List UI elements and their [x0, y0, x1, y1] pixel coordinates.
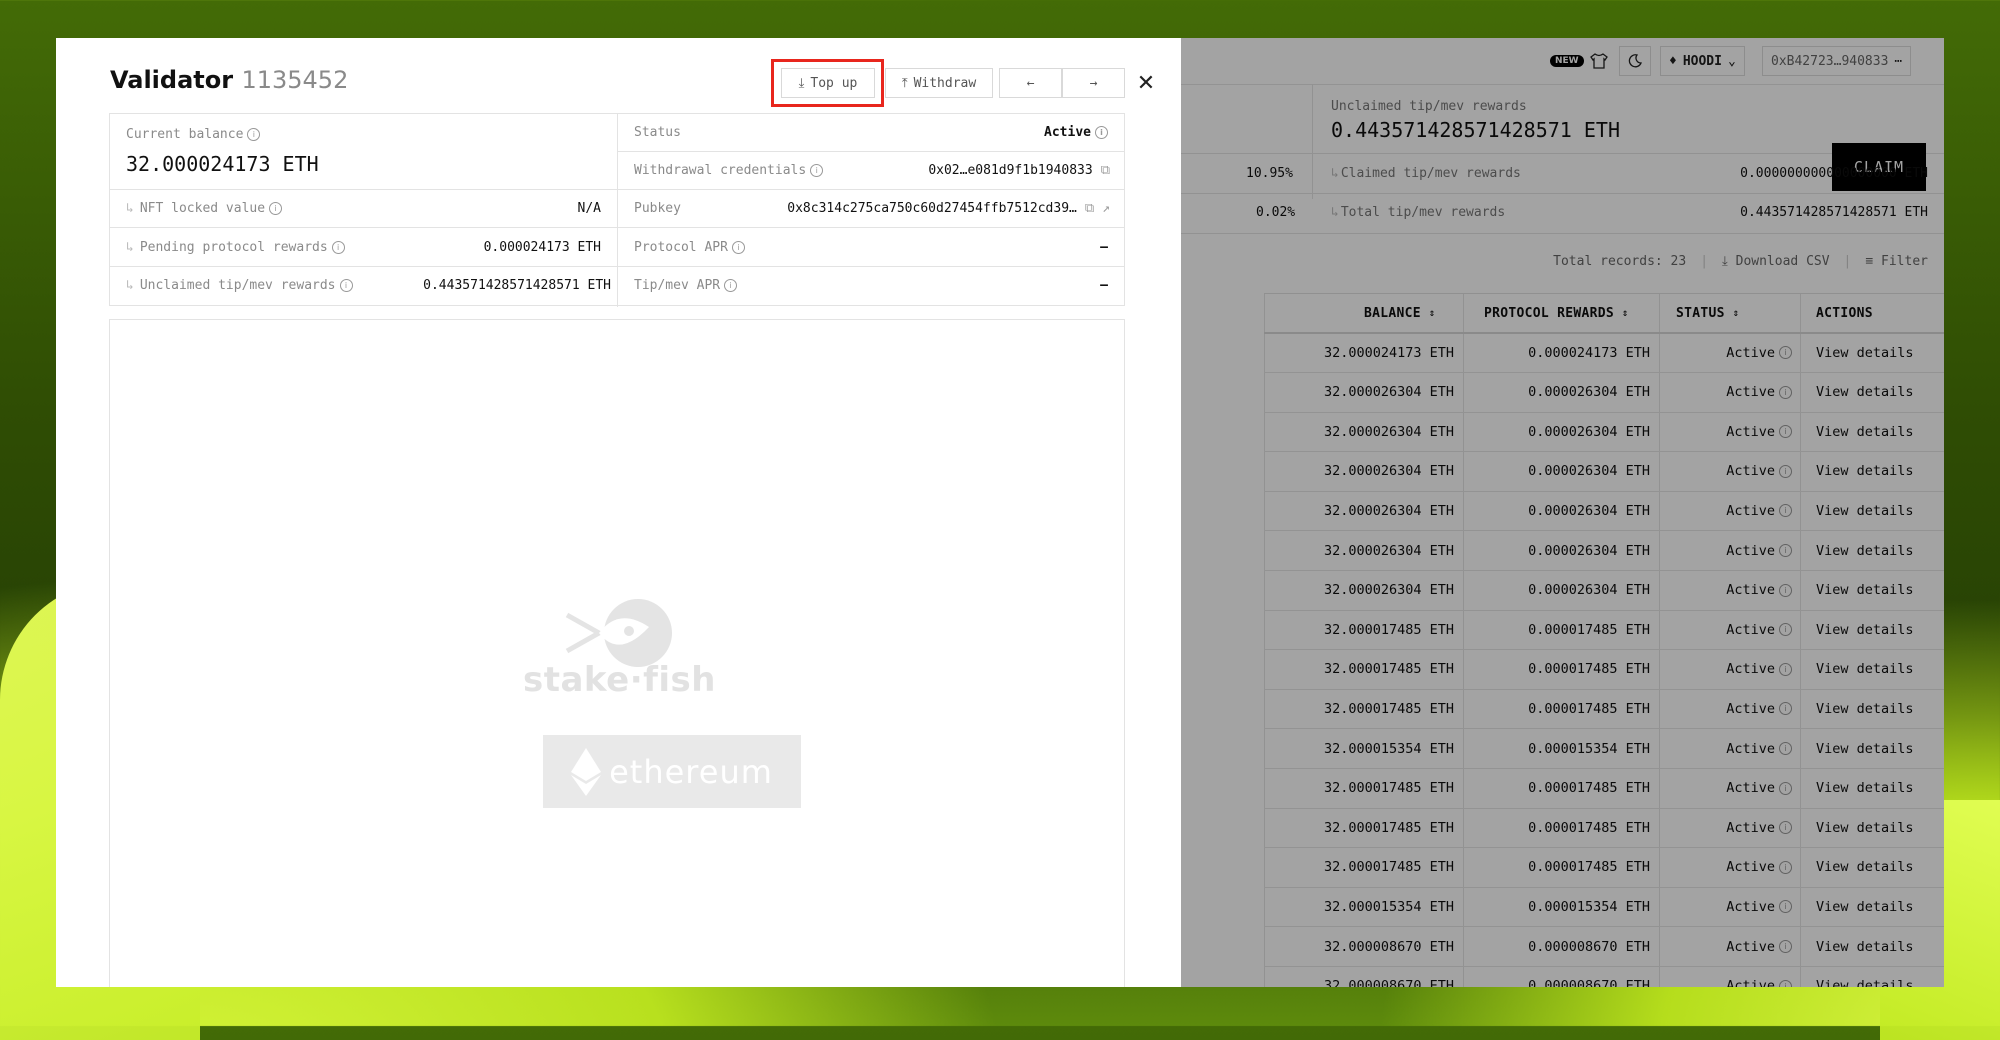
arrow-right-icon: →: [1089, 75, 1098, 91]
status-cell: Status Active i: [618, 114, 1124, 152]
tipmev-apr-label: Tip/mev APR i: [634, 278, 738, 293]
validator-nft-preview: stake·fish ethereum: [109, 319, 1125, 987]
info-icon[interactable]: i: [731, 241, 745, 254]
withdrawal-credentials-cell: Withdrawal credentials i 0x02…e081d9f1b19…: [618, 152, 1124, 190]
current-balance-label: Current balance i: [126, 127, 261, 142]
status-value: Active i: [1044, 125, 1108, 140]
validator-id: 1135452: [241, 66, 349, 94]
copy-icon[interactable]: ⧉: [1101, 163, 1110, 178]
info-icon[interactable]: i: [339, 279, 353, 292]
info-icon[interactable]: i: [724, 279, 738, 292]
protocol-apr-cell: Protocol APR i –: [618, 228, 1124, 267]
tipmev-apr-cell: Tip/mev APR i –: [618, 267, 1124, 305]
nft-locked-cell: ↳ NFT locked value i N/A: [110, 190, 617, 228]
pending-rewards-cell: ↳ Pending protocol rewards i 0.000024173 E…: [110, 228, 617, 267]
page-title: Validator 1135452: [110, 66, 349, 94]
stakefish-wordmark: stake·fish: [523, 660, 716, 700]
copy-icon[interactable]: ⧉: [1085, 201, 1094, 216]
validator-details: Current balance i 32.000024173 ETH ↳ NFT l…: [109, 113, 1125, 307]
next-button[interactable]: →: [1062, 68, 1125, 98]
highlight-box: [771, 59, 884, 107]
info-icon[interactable]: i: [331, 241, 345, 254]
previous-button[interactable]: ←: [999, 68, 1062, 98]
info-icon[interactable]: i: [247, 128, 261, 141]
protocol-apr-value: –: [1100, 240, 1108, 255]
arrow-left-icon: ←: [1026, 75, 1035, 91]
withdrawal-credentials-value: 0x02…e081d9f1b1940833 ⧉: [928, 163, 1110, 178]
unclaimed-rewards-value: 0.443571428571428571 ETH: [423, 278, 611, 293]
pending-rewards-label: ↳ Pending protocol rewards i: [126, 240, 345, 255]
browser-window: NEW ♦ HOODI ⌄ 0xB42723…940833 ⋯ Unclaime…: [56, 38, 1944, 987]
current-balance-cell: Current balance i 32.000024173 ETH: [110, 114, 617, 190]
pending-rewards-value: 0.000024173 ETH: [483, 240, 601, 255]
unclaimed-rewards-cell: ↳ Unclaimed tip/mev rewards i 0.4435714285…: [110, 267, 617, 305]
unclaimed-rewards-label: ↳ Unclaimed tip/mev rewards i: [126, 278, 353, 293]
withdrawal-credentials-label: Withdrawal credentials i: [634, 163, 824, 178]
upload-icon: ⤒: [901, 75, 908, 91]
protocol-apr-label: Protocol APR i: [634, 240, 745, 255]
ethereum-wordmark: ethereum: [609, 752, 773, 791]
info-icon[interactable]: i: [1095, 126, 1108, 139]
withdraw-button[interactable]: ⤒ Withdraw: [885, 68, 993, 98]
pubkey-cell: Pubkey 0x8c314c275ca750c60d27454ffb7512c…: [618, 190, 1124, 228]
tipmev-apr-value: –: [1100, 278, 1108, 293]
stakefish-logo-icon: [565, 599, 672, 667]
nft-locked-label: ↳ NFT locked value i: [126, 201, 283, 216]
validator-modal: Validator 1135452 ⤓ Top up ⤒ Withdraw ← → …: [56, 38, 1181, 987]
ethereum-badge: ethereum: [543, 735, 801, 808]
external-link-icon[interactable]: ↗: [1102, 201, 1110, 216]
pubkey-value: 0x8c314c275ca750c60d27454ffb7512cd39… ⧉ ↗: [787, 201, 1110, 216]
nft-locked-value: N/A: [577, 201, 601, 216]
info-icon[interactable]: i: [269, 202, 283, 215]
pubkey-label: Pubkey: [634, 201, 681, 216]
close-icon[interactable]: ✕: [1134, 71, 1158, 96]
info-icon[interactable]: i: [810, 164, 824, 177]
current-balance-value: 32.000024173 ETH: [126, 152, 319, 176]
ethereum-icon: [571, 747, 602, 796]
status-label: Status: [634, 125, 681, 140]
